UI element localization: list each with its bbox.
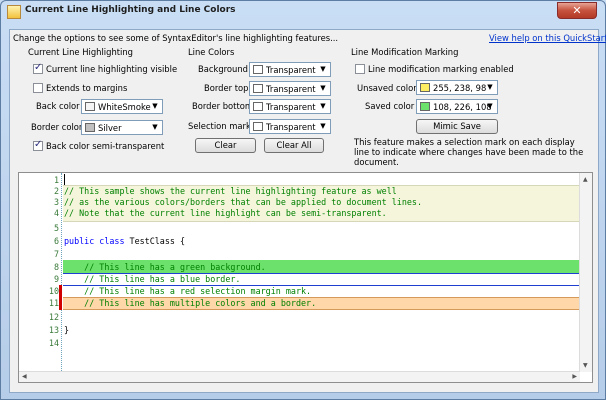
unsaved-color-label: Unsaved color bbox=[357, 83, 417, 93]
clh-border-color-value: Silver bbox=[98, 123, 122, 133]
selection-mark bbox=[59, 297, 62, 310]
lmm-description: This feature makes a selection mark on e… bbox=[354, 137, 584, 167]
clear-all-button[interactable]: Clear All bbox=[264, 138, 324, 153]
chevron-down-icon: ▼ bbox=[487, 102, 493, 110]
border-top-color-combo[interactable]: Transparent ▼ bbox=[249, 81, 331, 96]
chevron-down-icon: ▼ bbox=[152, 123, 158, 131]
clh-group-title: Current Line Highlighting bbox=[28, 47, 133, 57]
line-color-row-label: Border bottom bbox=[192, 101, 254, 111]
code-line: // This line has a green background. bbox=[64, 262, 266, 272]
line-color-row-label: Selection mark bbox=[188, 121, 251, 131]
code-line: // Note that the current line highlight … bbox=[64, 208, 387, 218]
code-line: public class TestClass { bbox=[64, 236, 186, 246]
line-colors-group-title: Line Colors bbox=[188, 47, 235, 57]
chevron-down-icon: ▼ bbox=[320, 122, 326, 130]
clh-semi-checkbox[interactable] bbox=[33, 139, 43, 151]
chevron-down-icon: ▼ bbox=[320, 84, 326, 92]
line-number-gutter: 1 2 3 4 5 6 7 8 9 10 11 12 13 14 bbox=[19, 173, 63, 374]
gutter-divider bbox=[61, 173, 62, 373]
code-line: // as the various colors/borders that ca… bbox=[64, 197, 422, 207]
lmm-enabled-label: Line modification marking enabled bbox=[368, 64, 514, 74]
code-line: // This line has a blue border. bbox=[64, 274, 241, 284]
line-number: 11 bbox=[48, 298, 59, 308]
close-button[interactable]: ✕ bbox=[557, 2, 597, 19]
color-swatch bbox=[253, 122, 263, 131]
scroll-up-icon[interactable]: ▲ bbox=[583, 176, 588, 183]
scroll-left-icon[interactable]: ◀ bbox=[22, 373, 27, 380]
line-number: 1 bbox=[53, 175, 59, 185]
color-swatch bbox=[85, 123, 95, 132]
line-number: 14 bbox=[48, 338, 59, 348]
line-color-row-label: Border top bbox=[204, 83, 249, 93]
line-number: 5 bbox=[53, 223, 59, 233]
color-swatch bbox=[253, 65, 263, 74]
scroll-down-icon[interactable]: ▼ bbox=[583, 362, 588, 369]
chevron-down-icon: ▼ bbox=[320, 102, 326, 110]
chevron-down-icon: ▼ bbox=[152, 102, 158, 110]
line-number: 3 bbox=[53, 197, 59, 207]
scroll-right-icon[interactable]: ▶ bbox=[572, 373, 577, 380]
title-bar: Current Line Highlighting and Line Color… bbox=[1, 1, 605, 23]
background-color-value: Transparent bbox=[266, 65, 316, 75]
clh-extends-label: Extends to margins bbox=[46, 83, 128, 93]
background-color-combo[interactable]: Transparent ▼ bbox=[249, 62, 331, 77]
intro-text: Change the options to see some of Syntax… bbox=[13, 33, 339, 43]
color-swatch bbox=[420, 102, 430, 111]
selection-mark-color-combo[interactable]: Transparent ▼ bbox=[249, 119, 331, 134]
line-number: 10 bbox=[48, 286, 59, 296]
line-number: 7 bbox=[53, 249, 59, 259]
clh-back-color-combo[interactable]: WhiteSmoke ▼ bbox=[81, 99, 163, 114]
chevron-down-icon: ▼ bbox=[320, 65, 326, 73]
line-number: 8 bbox=[53, 262, 59, 272]
clear-button[interactable]: Clear bbox=[195, 138, 256, 153]
clh-back-color-value: WhiteSmoke bbox=[98, 102, 151, 112]
chevron-down-icon: ▼ bbox=[487, 83, 493, 91]
saved-color-value: 108, 226, 108 bbox=[433, 102, 492, 112]
vertical-scrollbar[interactable]: ▲ ▼ bbox=[579, 173, 592, 372]
border-top-color-value: Transparent bbox=[266, 84, 316, 94]
clh-extends-checkbox[interactable] bbox=[33, 83, 43, 93]
clh-border-color-label: Border color bbox=[31, 122, 83, 132]
caret bbox=[64, 174, 65, 185]
color-swatch bbox=[253, 102, 263, 111]
app-icon bbox=[7, 5, 21, 19]
help-link[interactable]: View help on this QuickStart bbox=[489, 33, 606, 43]
border-bottom-color-combo[interactable]: Transparent ▼ bbox=[249, 99, 331, 114]
clh-back-color-label: Back color bbox=[36, 101, 80, 111]
code-line: } bbox=[64, 325, 70, 335]
lmm-enabled-checkbox[interactable] bbox=[355, 64, 365, 74]
unsaved-color-value: 255, 238, 98 bbox=[433, 83, 487, 93]
window-title: Current Line Highlighting and Line Color… bbox=[25, 5, 236, 15]
lmm-group-title: Line Modification Marking bbox=[351, 47, 459, 57]
line-color-row-label: Background bbox=[198, 64, 248, 74]
line-number: 13 bbox=[48, 325, 59, 335]
border-bottom-color-value: Transparent bbox=[266, 102, 316, 112]
code-line: // This line has a red selection margin … bbox=[64, 286, 312, 296]
clh-visible-checkbox[interactable] bbox=[33, 62, 43, 74]
code-editor[interactable]: 1 2 3 4 5 6 7 8 9 10 11 12 13 14 // This… bbox=[18, 172, 593, 383]
color-swatch bbox=[85, 102, 95, 111]
clh-border-color-combo[interactable]: Silver ▼ bbox=[81, 120, 163, 135]
line-number: 12 bbox=[48, 312, 59, 322]
mimic-save-button[interactable]: Mimic Save bbox=[416, 119, 498, 134]
unsaved-color-combo[interactable]: 255, 238, 98 ▼ bbox=[416, 80, 498, 95]
line-number: 9 bbox=[53, 274, 59, 284]
line-number: 2 bbox=[53, 186, 59, 196]
clh-semi-label: Back color semi-transparent bbox=[46, 141, 165, 151]
code-line: // This sample shows the current line hi… bbox=[64, 186, 397, 196]
color-swatch bbox=[420, 83, 430, 92]
clh-visible-label: Current line highlighting visible bbox=[46, 64, 178, 74]
code-line: // This line has multiple colors and a b… bbox=[64, 298, 317, 308]
saved-color-combo[interactable]: 108, 226, 108 ▼ bbox=[416, 99, 498, 114]
line-number: 4 bbox=[53, 208, 59, 218]
saved-color-label: Saved color bbox=[365, 101, 415, 111]
selection-mark-color-value: Transparent bbox=[266, 122, 316, 132]
horizontal-scrollbar[interactable]: ◀ ▶ bbox=[19, 371, 580, 382]
color-swatch bbox=[253, 84, 263, 93]
keyword: public class bbox=[64, 236, 125, 246]
line-number: 6 bbox=[53, 236, 59, 246]
